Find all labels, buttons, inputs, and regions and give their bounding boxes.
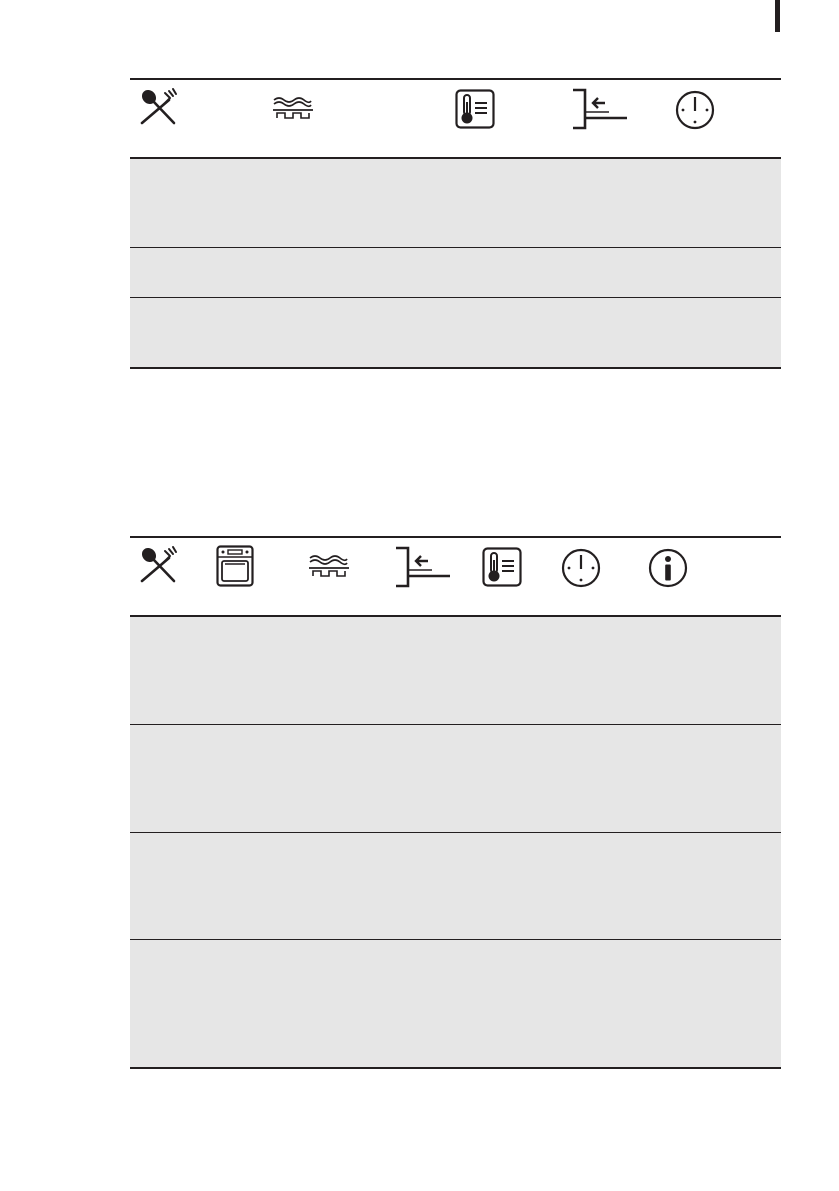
clock-icon [675, 90, 715, 130]
table-row [130, 833, 781, 940]
table-1 [130, 78, 781, 369]
cutlery-icon [136, 544, 180, 588]
shelf-level-icon [571, 88, 631, 130]
table-row [130, 298, 781, 367]
table-row [130, 159, 781, 248]
thermometer-icon [482, 547, 522, 587]
oven-icon [216, 545, 254, 587]
table-row [130, 248, 781, 298]
table-row [130, 617, 781, 725]
clock-icon [561, 548, 601, 588]
table-2-header [130, 538, 781, 617]
info-icon [648, 548, 688, 588]
table-2 [130, 536, 781, 1069]
rack-icon [273, 94, 313, 124]
table-row [130, 940, 781, 1067]
table-row [130, 725, 781, 833]
page-edge-marker [775, 0, 780, 32]
cutlery-icon [136, 86, 180, 130]
table-1-header [130, 80, 781, 159]
shelf-level-icon [394, 546, 454, 588]
rack-icon [309, 552, 349, 582]
thermometer-icon [455, 89, 495, 129]
